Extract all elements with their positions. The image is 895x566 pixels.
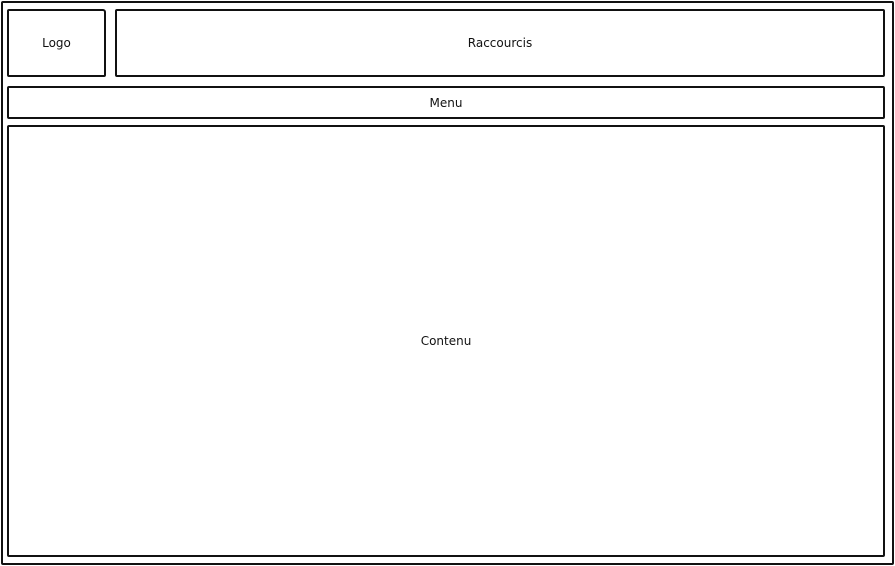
content-label: Contenu [420, 334, 472, 348]
logo-placeholder[interactable]: Logo [7, 9, 106, 77]
shortcuts-label: Raccourcis [467, 36, 533, 50]
content-area: Contenu [7, 125, 885, 557]
shortcuts-bar[interactable]: Raccourcis [115, 9, 885, 77]
menu-label: Menu [429, 95, 463, 110]
menu-bar[interactable]: Menu [7, 86, 885, 119]
logo-label: Logo [42, 36, 71, 50]
